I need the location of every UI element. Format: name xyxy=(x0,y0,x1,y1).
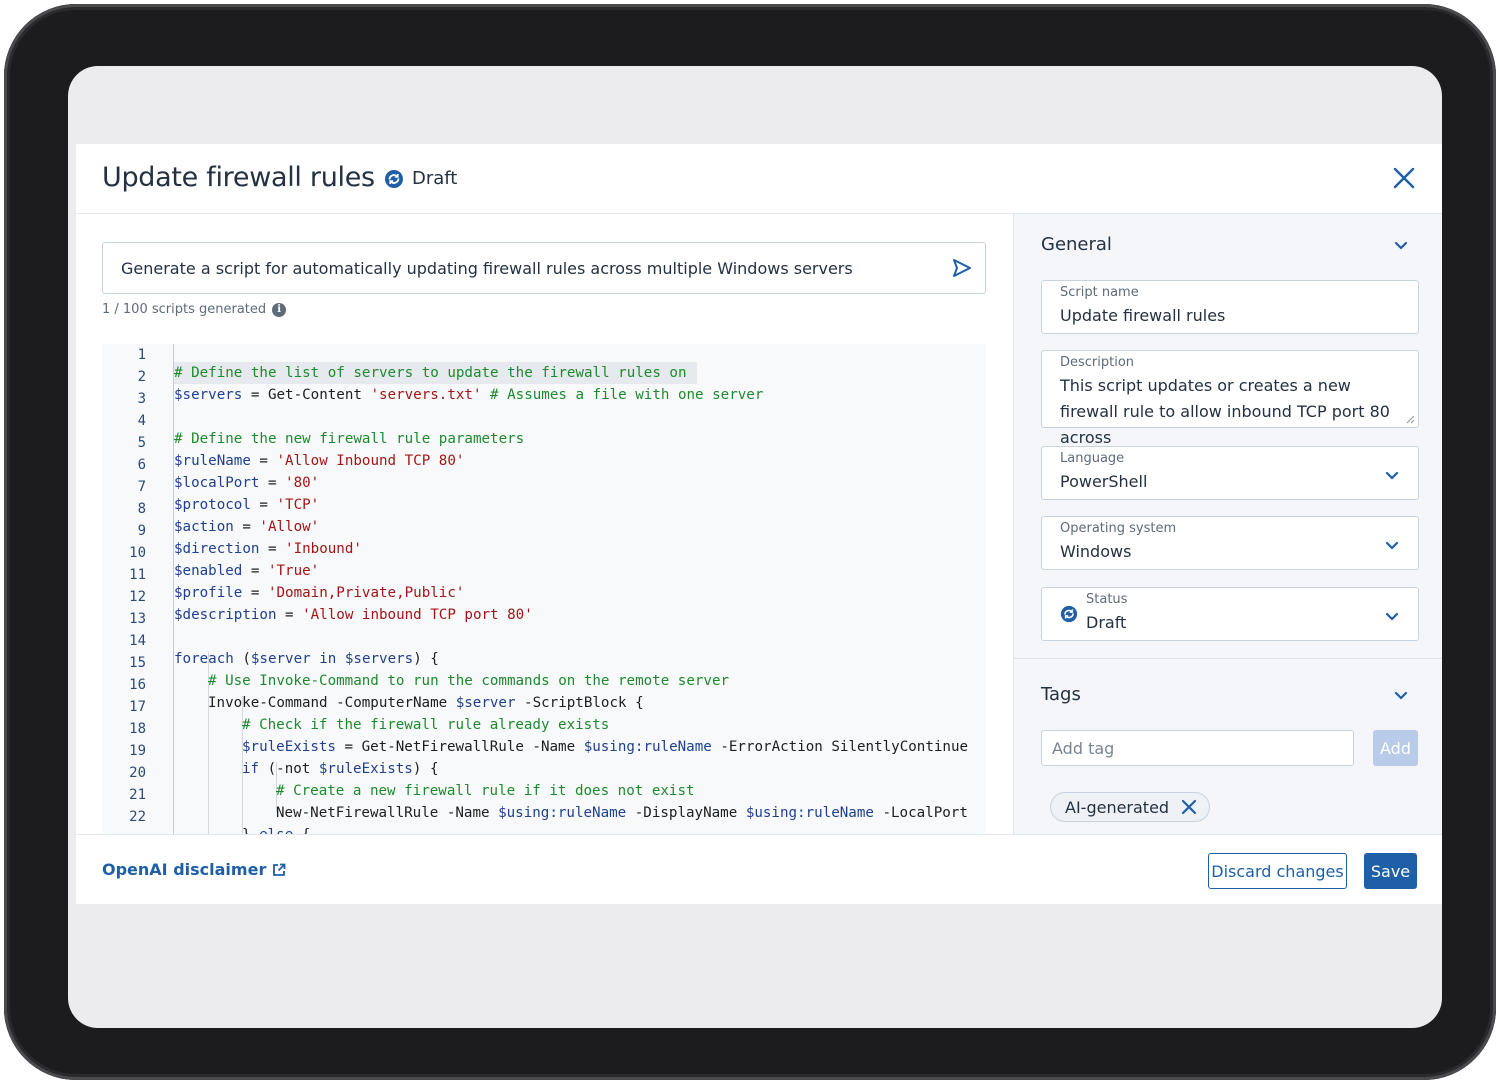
add-tag-button[interactable]: Add xyxy=(1373,730,1418,766)
code-line-20: # Create a new firewall rule if it does … xyxy=(102,762,986,799)
save-button[interactable]: Save xyxy=(1364,853,1417,889)
code-line-11: $profile = 'Domain,Private,Public' xyxy=(102,564,986,601)
code-editor[interactable]: 1 2 3 4 5 6 7 8 9 10 11 12 13 14 15 16 17 18 19 20 21 22 # De… xyxy=(102,344,986,834)
tablet-screen: Update firewall rules Draft Generate a s… xyxy=(68,66,1442,1028)
code-line-15: # Use Invoke-Command to run the commands… xyxy=(102,652,986,689)
code-line-19: if (-not $ruleExists) { xyxy=(102,740,986,777)
openai-disclaimer-text: OpenAI disclaimer xyxy=(102,860,267,879)
draft-status-icon xyxy=(1060,605,1078,623)
tags-section-title: Tags xyxy=(1041,684,1081,705)
code-text: { xyxy=(293,827,311,834)
tag-chip: AI-generated xyxy=(1050,792,1211,822)
code-text: = Get-Content xyxy=(242,387,371,403)
code-line-9: $direction = 'Inbound' xyxy=(102,520,986,557)
code-line-14: foreach ($server in $servers) { xyxy=(102,630,986,667)
code-keyword: else xyxy=(259,827,293,834)
chevron-down-icon xyxy=(1385,612,1399,621)
code-line-5: $ruleName = 'Allow Inbound TCP 80' xyxy=(102,432,986,469)
operating-system-value: Windows xyxy=(1060,542,1132,561)
ai-prompt-text: Generate a script for automatically upda… xyxy=(121,259,853,278)
remove-tag-icon[interactable] xyxy=(1181,799,1197,815)
code-line-12: $description = 'Allow inbound TCP port 8… xyxy=(102,586,986,623)
add-tag-input[interactable] xyxy=(1041,730,1354,766)
draft-status-icon xyxy=(385,169,403,188)
code-variable: $servers xyxy=(174,387,243,403)
modal-footer: OpenAI disclaimer Discard changes Save xyxy=(76,834,1442,904)
language-label: Language xyxy=(1060,451,1125,466)
modal-header: Update firewall rules Draft xyxy=(76,144,1442,214)
status-badge-label: Draft xyxy=(412,168,458,189)
script-name-label: Script name xyxy=(1060,285,1139,300)
send-icon[interactable] xyxy=(951,257,973,279)
status-label: Status xyxy=(1086,592,1128,607)
generation-counter-text: 1 / 100 scripts generated xyxy=(102,302,267,317)
section-divider xyxy=(1014,658,1442,659)
external-link-icon xyxy=(273,863,286,876)
general-section-title: General xyxy=(1041,234,1112,255)
code-line-22: } else { xyxy=(102,806,986,834)
code-text: } xyxy=(242,827,259,834)
generation-counter: 1 / 100 scripts generated i xyxy=(102,302,287,317)
operating-system-label: Operating system xyxy=(1060,521,1177,536)
tag-label: AI-generated xyxy=(1065,797,1170,817)
language-select[interactable]: Language PowerShell xyxy=(1041,446,1419,500)
code-line-8: $action = 'Allow' xyxy=(102,498,986,535)
code-line-17: # Check if the firewall rule already exi… xyxy=(102,696,986,733)
code-line-7: $protocol = 'TCP' xyxy=(102,476,986,513)
close-icon[interactable] xyxy=(1392,166,1416,190)
code-line-1: # Define the list of servers to update t… xyxy=(102,344,986,384)
code-line-21: New-NetFirewallRule -Name $using:ruleNam… xyxy=(102,784,986,821)
editor-pane: Generate a script for automatically upda… xyxy=(76,214,1013,834)
chevron-down-icon xyxy=(1385,541,1399,550)
resize-handle-icon[interactable] xyxy=(1406,415,1415,424)
info-icon[interactable]: i xyxy=(272,302,287,317)
discard-changes-button[interactable]: Discard changes xyxy=(1208,853,1347,889)
code-comment: # Assumes a file with one server xyxy=(481,387,764,403)
code-string: 'servers.txt' xyxy=(370,387,482,403)
status-select[interactable]: Status Draft xyxy=(1041,587,1419,641)
code-line-6: $localPort = '80' xyxy=(102,454,986,491)
script-name-value: Update firewall rules xyxy=(1060,306,1226,325)
chevron-down-icon[interactable] xyxy=(1392,686,1410,704)
code-line-10: $enabled = 'True' xyxy=(102,542,986,579)
description-value: This script updates or creates a new fir… xyxy=(1060,376,1390,447)
properties-pane: General Script name Update firewall rule… xyxy=(1013,214,1442,834)
chevron-down-icon xyxy=(1385,471,1399,480)
chevron-down-icon[interactable] xyxy=(1392,236,1410,254)
code-line-2: $servers = Get-Content 'servers.txt' # A… xyxy=(102,366,986,403)
language-value: PowerShell xyxy=(1060,472,1148,491)
operating-system-select[interactable]: Operating system Windows xyxy=(1041,516,1419,570)
code-line-4: # Define the new firewall rule parameter… xyxy=(102,410,986,447)
script-editor-modal: Update firewall rules Draft Generate a s… xyxy=(76,144,1442,904)
openai-disclaimer-link[interactable]: OpenAI disclaimer xyxy=(102,860,286,879)
page-title: Update firewall rules xyxy=(102,162,375,193)
script-name-field[interactable]: Script name Update firewall rules xyxy=(1041,280,1419,334)
ai-prompt-input[interactable]: Generate a script for automatically upda… xyxy=(102,242,986,294)
tablet-frame: Update firewall rules Draft Generate a s… xyxy=(4,4,1496,1080)
description-field[interactable]: Description This script updates or creat… xyxy=(1041,350,1419,447)
code-text: = xyxy=(276,607,303,623)
status-value: Draft xyxy=(1086,613,1127,632)
code-line-18: $ruleExists = Get-NetFirewallRule -Name … xyxy=(102,718,986,755)
code-string: 'Allow inbound TCP port 80' xyxy=(302,607,533,623)
status-badge: Draft xyxy=(384,168,457,189)
code-line-16: Invoke-Command -ComputerName $server -Sc… xyxy=(102,674,986,711)
description-label: Description xyxy=(1060,355,1135,370)
code-variable: $description xyxy=(174,607,277,623)
